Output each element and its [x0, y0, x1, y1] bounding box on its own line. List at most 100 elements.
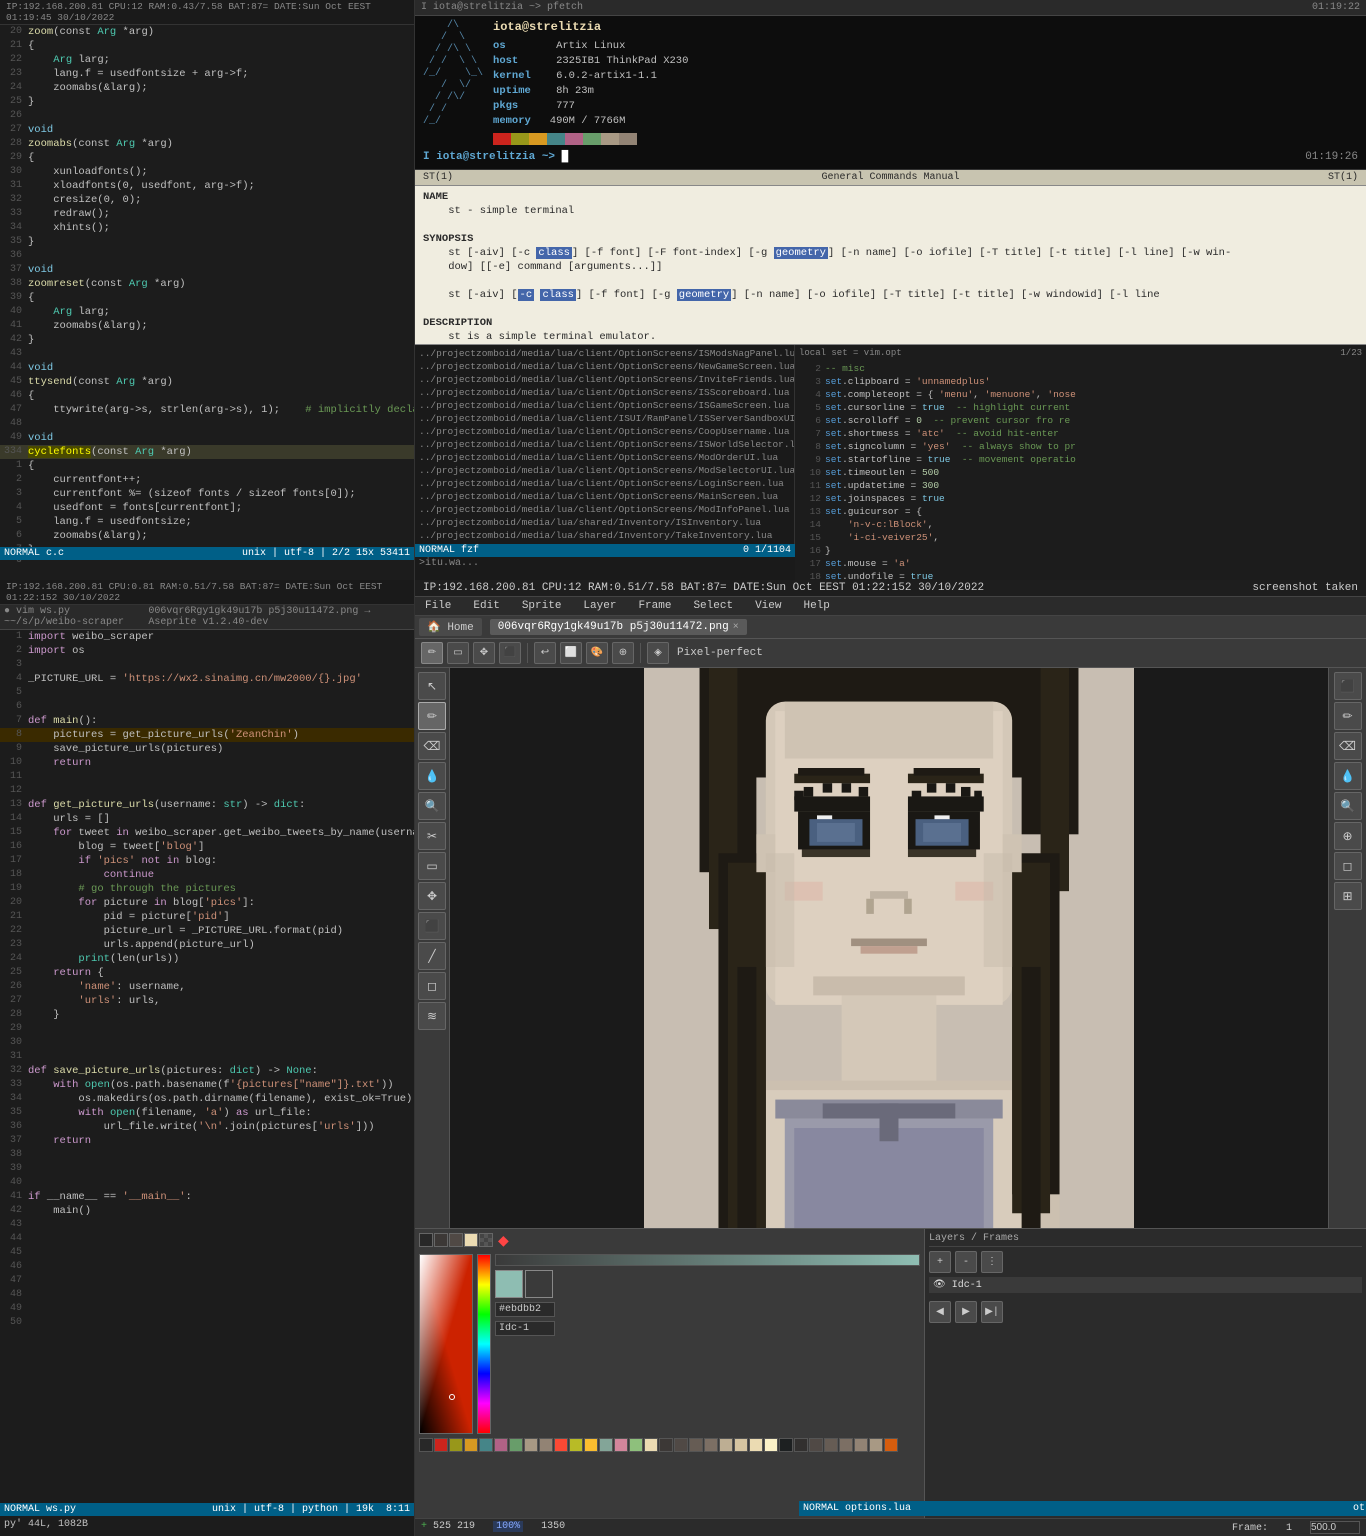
palette-color-cell[interactable]	[704, 1438, 718, 1452]
tool-btn-5[interactable]: ⬜	[560, 642, 582, 664]
palette-color-cell[interactable]	[779, 1438, 793, 1452]
hue-bar[interactable]	[477, 1254, 491, 1434]
palette-color-cell[interactable]	[539, 1438, 553, 1452]
pencil-tool-btn[interactable]: ✏	[421, 642, 443, 664]
layer-name-input[interactable]	[495, 1321, 555, 1336]
palette-color-cell[interactable]	[554, 1438, 568, 1452]
palette-color-cell[interactable]	[629, 1438, 643, 1452]
color-blocks	[493, 133, 688, 145]
palette-color-cell[interactable]	[824, 1438, 838, 1452]
zoom-tool[interactable]: 🔍	[418, 792, 446, 820]
file-item: ../projectzomboid/media/lua/client/Optio…	[415, 373, 794, 386]
palette-color-cell[interactable]	[449, 1438, 463, 1452]
palette-color-cell[interactable]	[569, 1438, 583, 1452]
palette-color-cell[interactable]	[719, 1438, 733, 1452]
palette-color-cell[interactable]	[884, 1438, 898, 1452]
right-tool-3[interactable]: ⌫	[1334, 732, 1362, 760]
tool-btn-6[interactable]: 🎨	[586, 642, 608, 664]
right-tool-4[interactable]: 💧	[1334, 762, 1362, 790]
menu-view[interactable]: View	[751, 599, 785, 613]
select-rect-tool[interactable]: ▭	[418, 852, 446, 880]
palette-color-cell[interactable]	[839, 1438, 853, 1452]
tab-active-file[interactable]: 006vqr6Rgy1gk49u17b p5j30u11472.png ×	[490, 619, 747, 635]
menu-layer[interactable]: Layer	[579, 599, 620, 613]
palette-color-swatch[interactable]	[464, 1233, 478, 1247]
add-layer-btn[interactable]: +	[929, 1251, 951, 1273]
frame-speed-input[interactable]	[1310, 1521, 1360, 1534]
delete-layer-btn[interactable]: -	[955, 1251, 977, 1273]
palette-color-cell[interactable]	[479, 1438, 493, 1452]
cursor-tool[interactable]: ↖	[418, 672, 446, 700]
palette-color-cell[interactable]	[509, 1438, 523, 1452]
pencil-tool[interactable]: ✏	[418, 702, 446, 730]
palette-color-cell[interactable]	[584, 1438, 598, 1452]
menu-edit[interactable]: Edit	[469, 599, 503, 613]
palette-color-cell[interactable]	[734, 1438, 748, 1452]
tool-btn-7[interactable]: ⊕	[612, 642, 634, 664]
background-color[interactable]	[525, 1270, 553, 1298]
pixel-perfect-label: Pixel-perfect	[677, 647, 763, 659]
palette-color-cell[interactable]	[464, 1438, 478, 1452]
palette-color-swatch[interactable]	[419, 1233, 433, 1247]
palette-color-cell[interactable]	[749, 1438, 763, 1452]
palette-color-cell[interactable]	[644, 1438, 658, 1452]
foreground-color[interactable]	[495, 1270, 523, 1298]
menu-select[interactable]: Select	[689, 599, 737, 613]
palette-color-swatch[interactable]	[434, 1233, 448, 1247]
eraser-tool[interactable]: ⌫	[418, 732, 446, 760]
file-item: ../projectzomboid/media/lua/client/Optio…	[415, 451, 794, 464]
hex-color-input[interactable]	[495, 1302, 555, 1317]
palette-color-swatch[interactable]	[449, 1233, 463, 1247]
select-tool-btn[interactable]: ▭	[447, 642, 469, 664]
tool-btn-8[interactable]: ◈	[647, 642, 669, 664]
menu-sprite[interactable]: Sprite	[518, 599, 566, 613]
blur-tool[interactable]: ≋	[418, 1002, 446, 1030]
palette-color-cell[interactable]	[794, 1438, 808, 1452]
tab-home[interactable]: 🏠 Home	[419, 618, 482, 636]
alpha-strip[interactable]	[495, 1254, 920, 1266]
undo-btn[interactable]: ↩	[534, 642, 556, 664]
right-tool-8[interactable]: ⊞	[1334, 882, 1362, 910]
palette-color-cell[interactable]	[419, 1438, 433, 1452]
right-tool-6[interactable]: ⊕	[1334, 822, 1362, 850]
right-tool-1[interactable]: ⬛	[1334, 672, 1362, 700]
fill-tool[interactable]: ⬛	[418, 912, 446, 940]
palette-color-cell[interactable]	[599, 1438, 613, 1452]
palette-color-cell[interactable]	[809, 1438, 823, 1452]
palette-color-cell[interactable]	[614, 1438, 628, 1452]
right-tool-2[interactable]: ✏	[1334, 702, 1362, 730]
right-tool-7[interactable]: ◻	[1334, 852, 1362, 880]
tab-close-button[interactable]: ×	[733, 622, 739, 633]
bucket-tool-btn[interactable]: ⬛	[499, 642, 521, 664]
palette-color-cell[interactable]	[854, 1438, 868, 1452]
move-tool-btn[interactable]: ✥	[473, 642, 495, 664]
line-tool[interactable]: ╱	[418, 942, 446, 970]
color-picker-icon[interactable]: ◆	[498, 1233, 509, 1250]
py-line: 23 urls.append(picture_url)	[0, 938, 414, 952]
shape-tool[interactable]: ◻	[418, 972, 446, 1000]
right-tool-5[interactable]: 🔍	[1334, 792, 1362, 820]
palette-color-cell[interactable]	[674, 1438, 688, 1452]
layer-options-btn[interactable]: ⋮	[981, 1251, 1003, 1273]
move-tool[interactable]: ✥	[418, 882, 446, 910]
frame-prev-btn[interactable]: ◀	[929, 1301, 951, 1323]
palette-color-swatch-transparent[interactable]	[479, 1233, 493, 1247]
canvas-area[interactable]	[450, 668, 1328, 1228]
palette-color-cell[interactable]	[764, 1438, 778, 1452]
color-gradient-picker[interactable]	[419, 1254, 473, 1434]
frame-next-btn[interactable]: ▶|	[981, 1301, 1003, 1323]
palette-color-cell[interactable]	[689, 1438, 703, 1452]
menu-help[interactable]: Help	[799, 599, 833, 613]
py-line: 9 save_picture_urls(pictures)	[0, 742, 414, 756]
menu-file[interactable]: File	[421, 599, 455, 613]
palette-color-cell[interactable]	[869, 1438, 883, 1452]
palette-color-cell[interactable]	[434, 1438, 448, 1452]
crop-tool[interactable]: ✂	[418, 822, 446, 850]
palette-color-cell[interactable]	[659, 1438, 673, 1452]
eyedrop-tool[interactable]: 💧	[418, 762, 446, 790]
palette-color-cell[interactable]	[524, 1438, 538, 1452]
menu-frame[interactable]: Frame	[634, 599, 675, 613]
layer-item[interactable]: 👁 Idc-1	[929, 1277, 1362, 1293]
palette-color-cell[interactable]	[494, 1438, 508, 1452]
frame-play-btn[interactable]: ▶	[955, 1301, 977, 1323]
